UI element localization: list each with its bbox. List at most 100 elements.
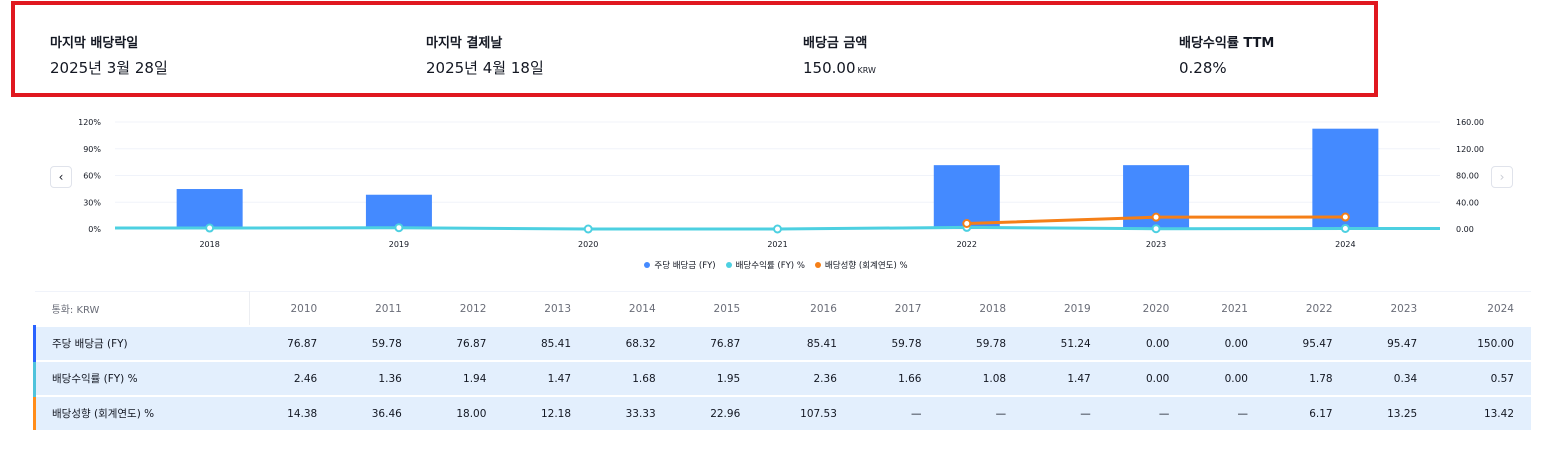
x-axis-tick: 2021 bbox=[767, 240, 787, 249]
year-header: 2014 bbox=[588, 291, 673, 326]
row-label: 주당 배당금 (FY) bbox=[32, 325, 250, 361]
table-cell: 1.66 bbox=[853, 360, 939, 396]
table-header-row: 통화: KRW 2010 2011 2012 2013 2014 2015 2016 2017… bbox=[34, 291, 1531, 326]
table-row: 배당성향 (회계연도) % 14.38 36.46 18.00 12.18 33.33 22… bbox=[32, 395, 1531, 430]
series-point bbox=[1151, 224, 1161, 234]
table-cell: 0.00 bbox=[1107, 325, 1187, 361]
legend-label: 배당성향 (회계연도) % bbox=[824, 261, 908, 271]
table-cell: 12.18 bbox=[503, 395, 589, 430]
dividend-amount: 배당금 금액 150.00 KRW bbox=[803, 36, 876, 81]
dividend-chart: 0% 30% 60% 90% 120% 0.00 40.00 80.00 120.00 160.0… bbox=[0, 110, 1552, 280]
table-cell: 76.87 bbox=[418, 325, 504, 361]
x-axis-tick: 2020 bbox=[578, 240, 598, 249]
right-axis-tick: 40.00 bbox=[1456, 198, 1479, 207]
table-cell: 1.95 bbox=[672, 360, 758, 396]
table-cell: 36.46 bbox=[334, 395, 419, 430]
table-cell: 1.47 bbox=[503, 360, 589, 396]
chart-prev-button[interactable]: ‹ bbox=[50, 166, 72, 188]
year-header: 2020 bbox=[1107, 291, 1187, 326]
series-point bbox=[394, 223, 404, 233]
table-cell: — bbox=[938, 395, 1024, 430]
stat-label: 배당금 금액 bbox=[803, 36, 868, 51]
year-header: 2017 bbox=[853, 291, 939, 326]
table-row: 배당수익률 (FY) % 2.46 1.36 1.94 1.47 1.68 1.95 2.36… bbox=[32, 360, 1531, 396]
right-axis-tick: 80.00 bbox=[1456, 172, 1479, 181]
year-header: 2018 bbox=[938, 291, 1024, 326]
dividend-summary-panel: 마지막 배당락일 2025년 3월 28일 마지막 결제날 2025년 4월 1… bbox=[11, 1, 1378, 97]
year-header: 2016 bbox=[757, 291, 854, 326]
year-header: 2021 bbox=[1186, 291, 1265, 326]
table-cell: 33.33 bbox=[588, 395, 673, 430]
year-header: 2012 bbox=[418, 291, 504, 326]
dividend-bar bbox=[176, 189, 243, 229]
table-cell: 0.00 bbox=[1107, 360, 1187, 396]
stat-label: 마지막 결제날 bbox=[426, 36, 503, 51]
last-payment-date: 마지막 결제날 2025년 4월 18일 bbox=[426, 36, 544, 78]
table-cell: 22.96 bbox=[672, 395, 758, 430]
table-cell: 59.78 bbox=[334, 325, 419, 361]
last-ex-dividend-date: 마지막 배당락일 2025년 3월 28일 bbox=[50, 36, 168, 78]
table-cell: 1.36 bbox=[334, 360, 419, 396]
table-cell: 59.78 bbox=[853, 325, 939, 361]
stat-value: 0.28% bbox=[1179, 59, 1227, 77]
right-axis-tick: 120.00 bbox=[1456, 145, 1484, 154]
table-cell: 13.42 bbox=[1434, 395, 1531, 430]
series-point bbox=[1340, 212, 1350, 222]
left-axis-tick: 0% bbox=[88, 225, 101, 234]
left-axis-tick: 120% bbox=[78, 118, 101, 127]
year-header: 2019 bbox=[1023, 291, 1108, 326]
x-axis-tick: 2018 bbox=[199, 240, 219, 249]
year-header: 2013 bbox=[503, 291, 589, 326]
chart-canvas: 0% 30% 60% 90% 120% 0.00 40.00 80.00 120.00 160.0… bbox=[78, 118, 1484, 249]
table-cell: — bbox=[1186, 395, 1265, 430]
row-label: 배당성향 (회계연도) % bbox=[32, 395, 250, 430]
table-cell: 6.17 bbox=[1264, 395, 1350, 430]
x-axis-tick: 2024 bbox=[1335, 240, 1355, 249]
table-cell: — bbox=[1023, 395, 1108, 430]
legend-swatch bbox=[814, 262, 821, 268]
year-header: 2024 bbox=[1434, 291, 1531, 326]
left-axis-tick: 90% bbox=[83, 145, 101, 154]
table-cell: 107.53 bbox=[757, 395, 854, 430]
year-header: 2022 bbox=[1264, 291, 1350, 326]
table-cell: 18.00 bbox=[418, 395, 504, 430]
table-cell: — bbox=[853, 395, 939, 430]
legend-item[interactable]: 주당 배당금 (FY) bbox=[644, 259, 716, 271]
chevron-right-icon: › bbox=[1499, 170, 1505, 184]
chart-legend: 주당 배당금 (FY) 배당수익률 (FY) % 배당성향 (회계연도) % bbox=[0, 259, 1552, 271]
table-cell: 1.68 bbox=[588, 360, 673, 396]
year-header: 2023 bbox=[1349, 291, 1435, 326]
chart-next-button[interactable]: › bbox=[1491, 166, 1513, 188]
right-axis-tick: 160.00 bbox=[1456, 118, 1484, 127]
series-point bbox=[962, 218, 972, 228]
table-cell: 51.24 bbox=[1023, 325, 1108, 361]
table-cell: 95.47 bbox=[1264, 325, 1350, 361]
x-axis-tick: 2023 bbox=[1146, 240, 1166, 249]
series-point bbox=[205, 223, 215, 233]
table-cell: 14.38 bbox=[249, 395, 335, 430]
table-cell: 13.25 bbox=[1349, 395, 1435, 430]
table-cell: 2.36 bbox=[757, 360, 854, 396]
stat-value: 2025년 4월 18일 bbox=[426, 59, 544, 77]
series-point bbox=[773, 224, 782, 234]
currency-unit: KRW bbox=[857, 66, 876, 75]
table-cell: 76.87 bbox=[249, 325, 335, 361]
series-point bbox=[1340, 223, 1350, 233]
stat-label: 배당수익률 TTM bbox=[1179, 36, 1275, 51]
table-cell: 95.47 bbox=[1349, 325, 1435, 361]
legend-label: 배당수익률 (FY) % bbox=[735, 261, 805, 271]
dividend-history-table: 통화: KRW 2010 2011 2012 2013 2014 2015 2016 2017… bbox=[32, 291, 1531, 430]
legend-swatch bbox=[644, 262, 651, 268]
stat-value: 2025년 3월 28일 bbox=[50, 59, 168, 77]
right-axis-tick: 0.00 bbox=[1456, 225, 1474, 234]
table-cell: 85.41 bbox=[503, 325, 589, 361]
table-cell: 85.41 bbox=[757, 325, 854, 361]
legend-item[interactable]: 배당수익률 (FY) % bbox=[725, 259, 805, 271]
year-header: 2015 bbox=[672, 291, 758, 326]
table-cell: 150.00 bbox=[1434, 325, 1531, 361]
table-cell: 2.46 bbox=[249, 360, 335, 396]
dividend-yield-ttm: 배당수익률 TTM 0.28% bbox=[1179, 36, 1274, 78]
stat-value: 150.00 KRW bbox=[803, 58, 876, 81]
year-header: 2010 bbox=[249, 291, 335, 326]
legend-item[interactable]: 배당성향 (회계연도) % bbox=[814, 259, 908, 271]
